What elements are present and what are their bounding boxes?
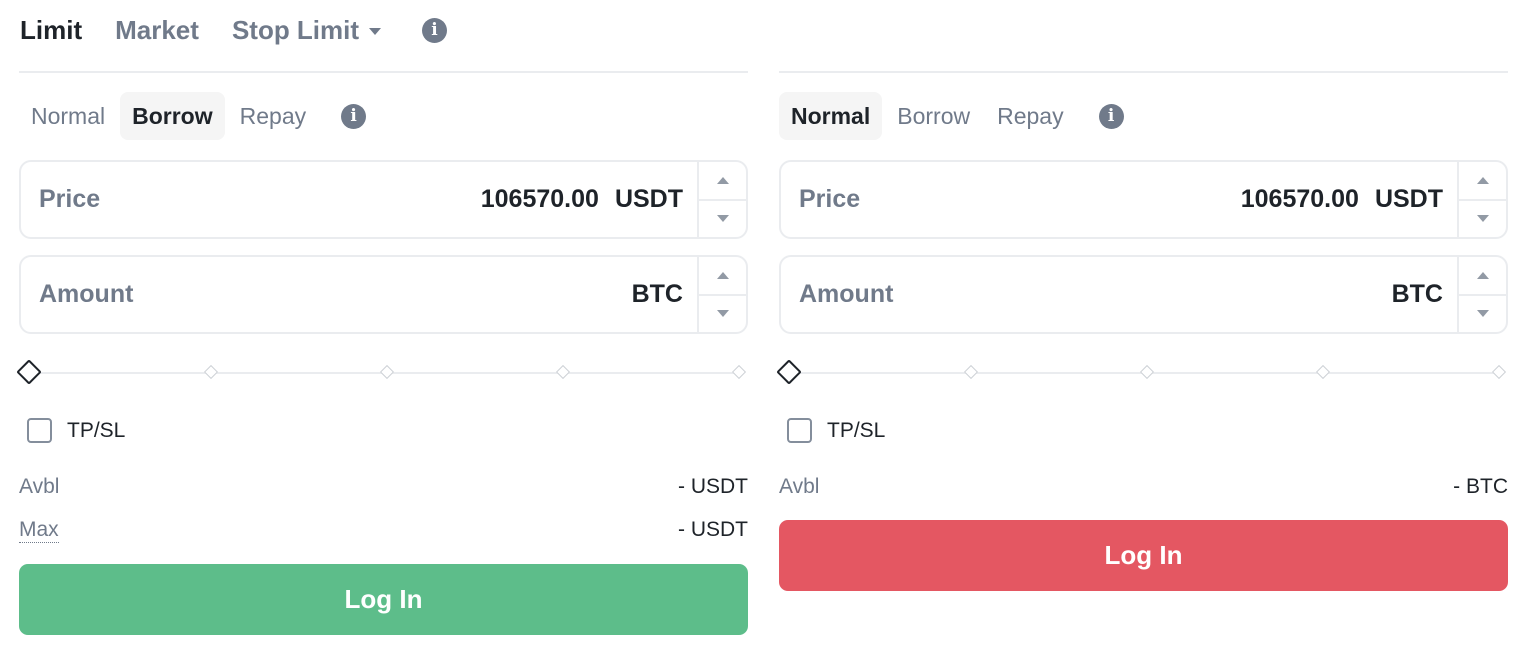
increment-button[interactable] bbox=[1459, 257, 1506, 296]
slider-thumb[interactable] bbox=[776, 359, 802, 385]
increment-button[interactable] bbox=[699, 257, 746, 296]
tab-borrow[interactable]: Borrow bbox=[885, 92, 982, 140]
amount-label: Amount bbox=[39, 280, 134, 308]
caret-down-icon bbox=[1476, 310, 1489, 318]
caret-up-icon bbox=[716, 176, 729, 184]
decrement-button[interactable] bbox=[1459, 201, 1506, 238]
price-field[interactable]: Price 106570.00 USDT bbox=[19, 160, 748, 239]
avbl-row: Avbl - BTC bbox=[779, 475, 1508, 499]
caret-up-icon bbox=[716, 271, 729, 279]
slider-tick-100[interactable] bbox=[1491, 364, 1507, 380]
buy-panel: Normal Borrow Repay i Price 106570.00 US… bbox=[16, 0, 748, 649]
caret-down-icon bbox=[716, 215, 729, 223]
slider-tick-100[interactable] bbox=[731, 364, 747, 380]
tpsl-label: TP/SL bbox=[67, 418, 126, 442]
slider-tick-50[interactable] bbox=[1139, 364, 1155, 380]
increment-button[interactable] bbox=[699, 162, 746, 201]
caret-up-icon bbox=[1476, 271, 1489, 279]
price-stepper bbox=[1457, 162, 1506, 237]
tab-repay[interactable]: Repay bbox=[985, 92, 1075, 140]
tpsl-checkbox[interactable]: TP/SL bbox=[27, 418, 125, 443]
max-row: Max - USDT bbox=[19, 518, 748, 543]
slider-thumb[interactable] bbox=[16, 359, 42, 385]
max-label[interactable]: Max bbox=[19, 518, 59, 543]
tab-borrow[interactable]: Borrow bbox=[120, 92, 225, 140]
checkbox-box[interactable] bbox=[27, 418, 52, 443]
amount-label: Amount bbox=[799, 280, 894, 308]
avbl-row: Avbl - USDT bbox=[19, 475, 748, 499]
amount-unit: BTC bbox=[1391, 280, 1443, 308]
decrement-button[interactable] bbox=[1459, 296, 1506, 333]
amount-slider[interactable] bbox=[776, 359, 1508, 386]
caret-up-icon bbox=[1476, 176, 1489, 184]
tpsl-label: TP/SL bbox=[827, 418, 886, 442]
price-field[interactable]: Price 106570.00 USDT bbox=[779, 160, 1508, 239]
info-icon[interactable]: i bbox=[1098, 103, 1124, 129]
login-button[interactable]: Log In bbox=[779, 520, 1508, 591]
checkbox-box[interactable] bbox=[787, 418, 812, 443]
decrement-button[interactable] bbox=[699, 296, 746, 333]
amount-stepper bbox=[697, 257, 746, 332]
price-value[interactable]: 106570.00 bbox=[1159, 185, 1359, 214]
price-value[interactable]: 106570.00 bbox=[399, 185, 599, 214]
margin-mode-tabs: Normal Borrow Repay i bbox=[779, 92, 1124, 140]
avbl-value: - BTC bbox=[1453, 475, 1508, 498]
avbl-value: - USDT bbox=[678, 475, 748, 498]
tab-normal[interactable]: Normal bbox=[779, 92, 883, 140]
login-button[interactable]: Log In bbox=[19, 564, 748, 635]
amount-slider[interactable] bbox=[16, 359, 748, 386]
price-unit: USDT bbox=[614, 185, 683, 213]
slider-tick-75[interactable] bbox=[555, 364, 571, 380]
price-stepper bbox=[697, 162, 746, 237]
slider-tick-25[interactable] bbox=[203, 364, 219, 380]
amount-stepper bbox=[1457, 257, 1506, 332]
tpsl-checkbox[interactable]: TP/SL bbox=[787, 418, 885, 443]
avbl-label: Avbl bbox=[19, 475, 60, 498]
price-label: Price bbox=[799, 185, 861, 213]
caret-down-icon bbox=[1476, 215, 1489, 223]
slider-tick-75[interactable] bbox=[1315, 364, 1331, 380]
sell-panel: Normal Borrow Repay i Price 106570.00 US… bbox=[776, 0, 1508, 649]
amount-field[interactable]: Amount BTC bbox=[779, 255, 1508, 334]
decrement-button[interactable] bbox=[699, 201, 746, 238]
avbl-label: Avbl bbox=[779, 475, 820, 498]
margin-mode-tabs: Normal Borrow Repay i bbox=[19, 92, 367, 140]
info-icon[interactable]: i bbox=[341, 103, 367, 129]
slider-tick-25[interactable] bbox=[963, 364, 979, 380]
max-value: - USDT bbox=[678, 518, 748, 541]
tab-normal[interactable]: Normal bbox=[19, 92, 117, 140]
amount-field[interactable]: Amount BTC bbox=[19, 255, 748, 334]
price-label: Price bbox=[39, 185, 101, 213]
caret-down-icon bbox=[716, 310, 729, 318]
tab-repay[interactable]: Repay bbox=[228, 92, 318, 140]
slider-tick-50[interactable] bbox=[379, 364, 395, 380]
price-unit: USDT bbox=[1374, 185, 1443, 213]
amount-unit: BTC bbox=[631, 280, 683, 308]
increment-button[interactable] bbox=[1459, 162, 1506, 201]
